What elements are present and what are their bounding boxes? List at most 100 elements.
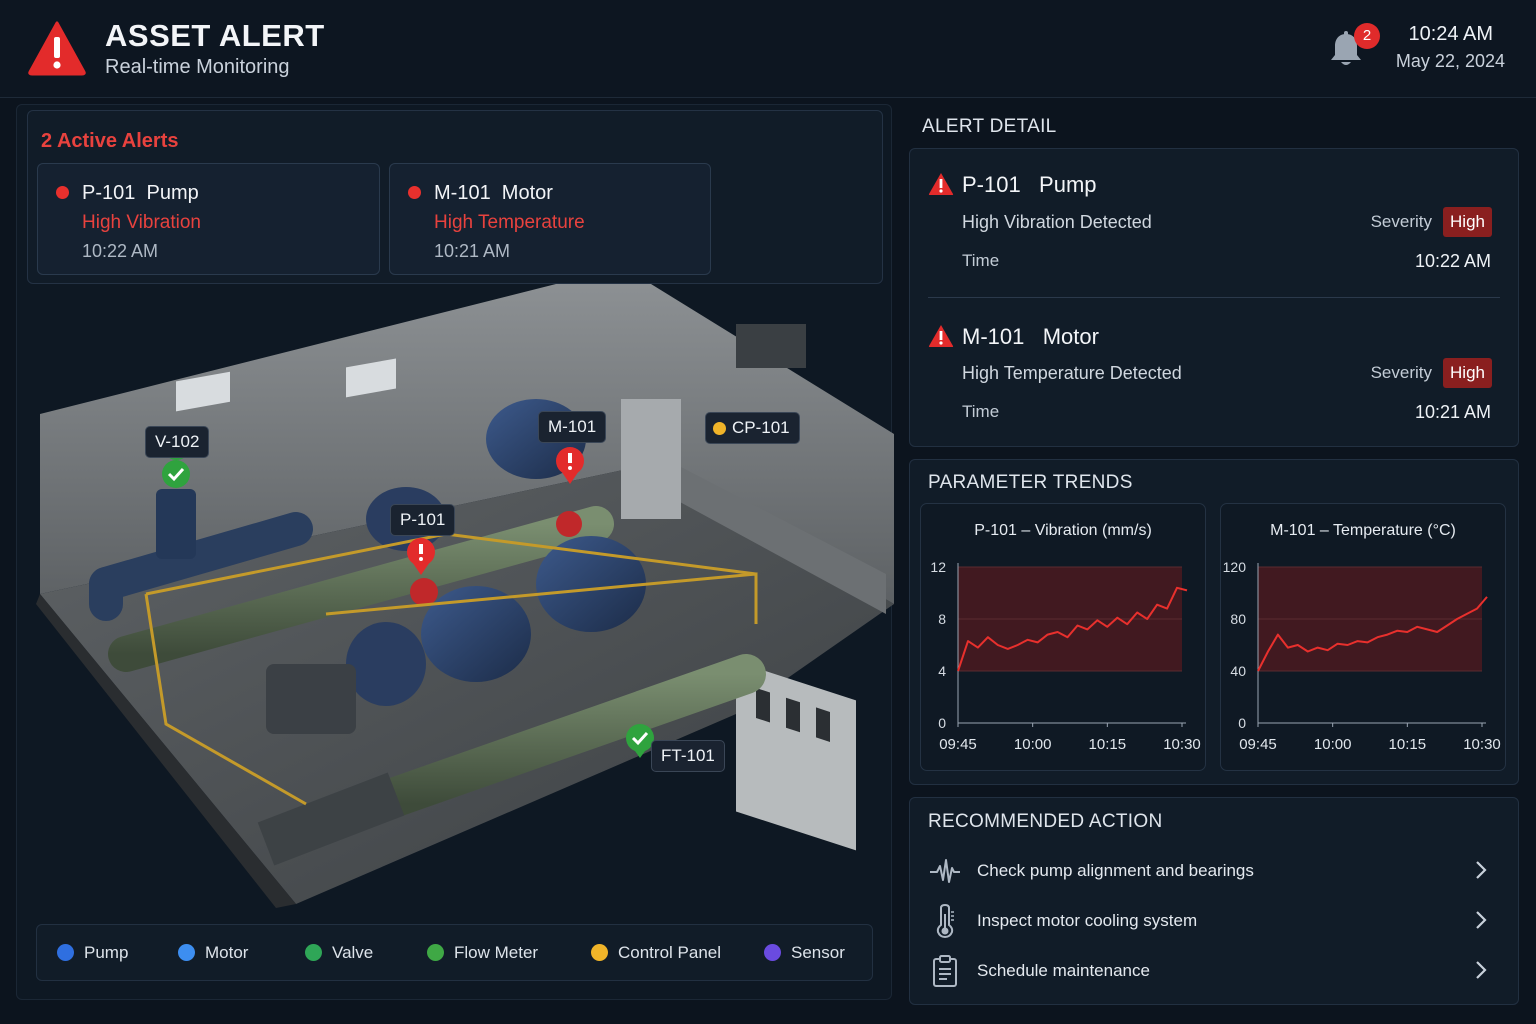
asset-legend: Pump Motor Valve Flow Meter Control Pane… [36,924,873,981]
detail-time: 10:21 AM [1414,402,1491,422]
alert-detail-title: ALERT DETAIL [922,116,1057,137]
y-tick-label: 4 [938,663,946,679]
alert-asset-name: P-101 Pump [82,182,199,204]
legend-dot [305,944,322,961]
marker-label-cp101[interactable]: CP-101 [705,412,800,444]
marker-label-text: CP-101 [732,418,790,437]
legend-item-pump[interactable]: Pump [57,943,128,963]
action-label: Check pump alignment and bearings [977,861,1254,880]
control-panel-dot-icon [713,422,726,435]
alert-card-m101[interactable]: M-101 Motor High Temperature 10:21 AM [389,163,711,275]
alert-status-dot [56,186,69,199]
chart-title: P-101 – Vibration (mm/s) [974,522,1152,539]
severity-badge: High [1443,358,1492,388]
time-label: Time [962,251,1000,270]
legend-item-flow-meter[interactable]: Flow Meter [427,943,538,963]
app-title: ASSET ALERT [105,18,325,53]
parameter-trends-title: PARAMETER TRENDS [928,472,1133,493]
legend-item-control-panel[interactable]: Control Panel [591,943,721,963]
alert-card-p101[interactable]: P-101 Pump High Vibration 10:22 AM [37,163,380,275]
active-alerts-title: 2 Active Alerts [41,130,179,152]
legend-dot [764,944,781,961]
action-check-pump[interactable]: Check pump alignment and bearings [924,850,1504,892]
action-inspect-motor[interactable]: Inspect motor cooling system [924,900,1504,942]
legend-dot [178,944,195,961]
active-alerts-panel: 2 Active Alerts P-101 Pump High Vibratio… [27,110,883,284]
time-label: Time [962,402,1000,421]
x-tick-label: 10:00 [1314,736,1352,753]
y-tick-label: 80 [1230,611,1246,627]
notification-badge[interactable]: 2 [1354,23,1380,49]
temperature-chart-plot: 0 40 80 120 09:45 10:00 10:15 10:30 [1223,559,1501,753]
current-date: May 22, 2024 [1395,51,1505,71]
legend-label: Control Panel [618,943,722,962]
x-tick-label: 10:30 [1163,736,1201,753]
marker-label-ft101[interactable]: FT-101 [651,740,725,772]
x-tick-label: 10:00 [1014,736,1052,753]
alert-issue: High Vibration [82,212,202,233]
alert-issue: High Temperature [434,212,585,233]
legend-dot [57,944,74,961]
alert-asset-name: M-101 Motor [434,182,553,204]
alert-time: 10:21 AM [434,241,511,261]
legend-label: Motor [205,943,249,962]
recommended-action-title: RECOMMENDED ACTION [928,811,1163,832]
thermometer-icon [936,904,954,938]
marker-label-v102[interactable]: V-102 [145,426,210,458]
x-tick-label: 09:45 [939,736,977,753]
x-tick-label: 10:15 [1089,736,1127,753]
warning-triangle-icon [928,173,954,195]
warning-triangle-icon [28,21,86,76]
detail-time: 10:22 AM [1414,251,1491,271]
y-tick-label: 120 [1223,559,1247,575]
legend-label: Sensor [791,943,845,962]
legend-label: Flow Meter [454,943,539,962]
plant-3d-view[interactable] [36,284,896,908]
action-schedule-maintenance[interactable]: Schedule maintenance [924,950,1504,992]
severity-label: Severity [1370,212,1432,231]
parameter-trends-panel: PARAMETER TRENDS 0 4 8 12 09:45 10:00 10:15 10:… [909,459,1519,785]
legend-label: Valve [332,943,374,962]
app-subtitle: Real-time Monitoring [105,56,290,78]
recommended-action-panel: RECOMMENDED ACTION Check pump alignment … [909,797,1519,1005]
legend-item-sensor[interactable]: Sensor [764,943,845,963]
vibration-chart[interactable]: 0 4 8 12 09:45 10:00 10:15 10:30 P-101 – Vibrat… [920,503,1206,771]
detail-description: High Temperature Detected [962,363,1182,383]
alert-status-dot [408,186,421,199]
y-tick-label: 0 [938,715,946,731]
legend-dot [427,944,444,961]
app-header: ASSET ALERT Real-time Monitoring 2 10:24… [0,0,1536,98]
legend-item-valve[interactable]: Valve [305,943,373,963]
alert-detail-panel: P-101 Pump High Vibration Detected Sever… [909,148,1519,447]
action-label: Schedule maintenance [977,961,1150,980]
y-tick-label: 8 [938,611,946,627]
action-label: Inspect motor cooling system [977,911,1198,930]
x-tick-label: 09:45 [1239,736,1277,753]
alert-time: 10:22 AM [82,241,159,261]
chevron-right-icon [1476,961,1487,979]
vibration-chart-plot: 0 4 8 12 09:45 10:00 10:15 10:30 [930,559,1201,753]
x-tick-label: 10:30 [1463,736,1501,753]
legend-dot [591,944,608,961]
y-tick-label: 40 [1230,663,1246,679]
detail-description: High Vibration Detected [962,212,1152,232]
temperature-chart[interactable]: 0 40 80 120 09:45 10:00 10:15 10:30 M-101 – Tem… [1220,503,1506,771]
current-time: 10:24 AM [1408,23,1493,45]
severity-badge: High [1443,207,1492,237]
x-tick-label: 10:15 [1389,736,1427,753]
chart-title: M-101 – Temperature (°C) [1270,522,1456,539]
y-tick-label: 0 [1238,715,1246,731]
y-tick-label: 12 [930,559,946,575]
detail-asset-name: M-101 Motor [962,324,1099,349]
marker-label-p101[interactable]: P-101 [390,504,456,536]
chevron-right-icon [1476,861,1487,879]
clipboard-icon [933,955,957,987]
chevron-right-icon [1476,911,1487,929]
detail-asset-name: P-101 Pump [962,172,1097,197]
legend-label: Pump [84,943,129,962]
waveform-icon [930,859,960,883]
severity-label: Severity [1370,363,1432,382]
divider [928,297,1500,298]
marker-label-m101[interactable]: M-101 [538,411,607,443]
legend-item-motor[interactable]: Motor [178,943,248,963]
